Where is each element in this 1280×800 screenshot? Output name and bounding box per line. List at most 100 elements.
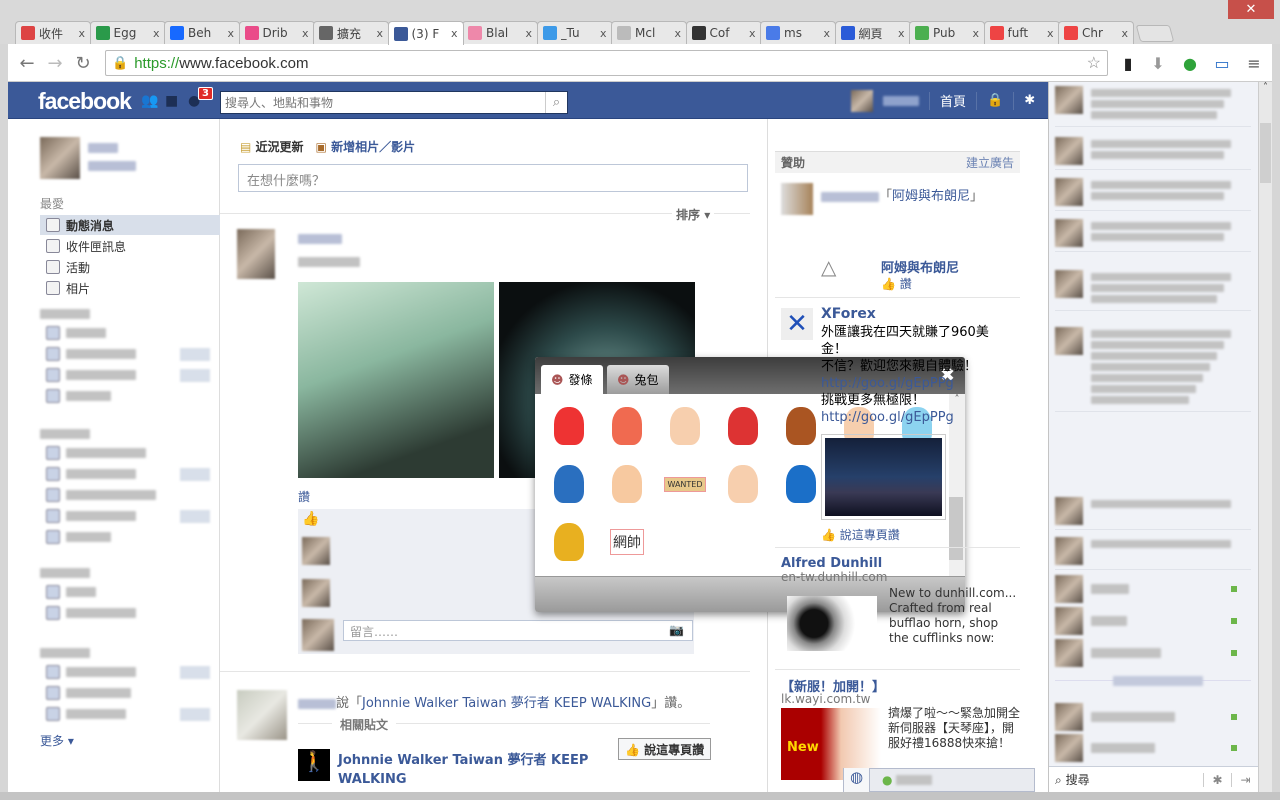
tab-close-icon[interactable]: x [376, 27, 383, 40]
home-link[interactable]: 首頁 [940, 91, 966, 110]
ticker-story[interactable] [1055, 270, 1251, 311]
sidebar-item[interactable] [40, 386, 220, 406]
ticker-story[interactable] [1055, 497, 1251, 530]
sticker[interactable] [540, 455, 598, 513]
post-photo[interactable] [298, 282, 494, 478]
scroll-up-icon[interactable]: ˄ [1259, 82, 1272, 93]
search-input[interactable]: 搜尋人、地點和事物 ⌕ [220, 91, 568, 114]
sidebar-item[interactable] [40, 582, 220, 602]
sticker[interactable] [540, 513, 598, 571]
ticker-story[interactable] [1055, 327, 1251, 412]
sticker[interactable] [656, 397, 714, 455]
bookmark-star-icon[interactable]: ☆ [1087, 53, 1101, 73]
ad-image[interactable] [787, 596, 877, 651]
facebook-logo[interactable]: facebook [38, 88, 132, 115]
new-tab-button[interactable] [1135, 25, 1175, 42]
edit-profile-link[interactable] [88, 161, 136, 171]
ticker-story[interactable] [1055, 178, 1251, 211]
post-author-name[interactable] [298, 234, 342, 244]
story-page-link[interactable]: Johnnie Walker Taiwan 夢行者 KEEP WALKING [362, 696, 651, 711]
user-name[interactable] [88, 143, 118, 153]
browser-tab[interactable]: Pub x [909, 21, 985, 44]
browser-tab[interactable]: Beh x [164, 21, 240, 44]
sidebar-item[interactable] [40, 603, 220, 623]
sidebar-item[interactable] [40, 662, 220, 682]
sidebar-item[interactable]: 收件匣訊息 [40, 236, 220, 256]
browser-tab[interactable]: Drib x [238, 21, 315, 44]
globe-icon[interactable]: ◍ [844, 768, 870, 792]
friend-name[interactable] [821, 191, 879, 202]
tab-close-icon[interactable]: x [600, 27, 607, 40]
extension-download-icon[interactable]: ⬇ [1148, 54, 1168, 73]
ticker-story[interactable] [1055, 537, 1251, 570]
browser-tab[interactable]: ms x [760, 21, 836, 44]
extension-evernote-icon[interactable]: ● [1180, 54, 1200, 73]
settings-gear-icon[interactable]: ✱ [1024, 93, 1035, 108]
tab-close-icon[interactable]: x [898, 27, 905, 40]
chat-settings-icon[interactable]: ✱ [1203, 772, 1231, 787]
ticker-story[interactable] [1055, 137, 1251, 170]
browser-tab[interactable]: Mcl x [611, 21, 687, 44]
tab-close-icon[interactable]: x [749, 27, 756, 40]
chat-friend[interactable] [1055, 638, 1251, 668]
sidebar-item[interactable] [40, 344, 220, 364]
more-link[interactable]: 更多 ▾ [40, 732, 74, 749]
hide-sidebar-icon[interactable]: ⇥ [1231, 772, 1258, 787]
tab-close-icon[interactable]: x [972, 27, 979, 40]
xforex-logo[interactable]: ✕ [781, 308, 813, 340]
johnnie-walker-logo[interactable]: 🚶 [298, 749, 330, 781]
sidebar-item[interactable]: 活動 [40, 257, 220, 277]
ad-page-link[interactable]: 阿姆與布朗尼 [892, 189, 970, 204]
sidebar-item[interactable] [40, 683, 220, 703]
tab-close-icon[interactable]: x [1121, 27, 1128, 40]
sticker[interactable]: 網帥 [598, 513, 656, 571]
chat-tab-name[interactable] [896, 775, 933, 785]
like-link[interactable]: 讚 [298, 488, 310, 505]
browser-tab[interactable]: Blal x [462, 21, 538, 44]
browser-tab[interactable]: fuft x [983, 21, 1060, 44]
browser-tab[interactable]: 網頁 x [834, 21, 911, 44]
ad-title[interactable]: 阿姆與布朗尼 [881, 257, 959, 276]
commenter-avatar[interactable] [302, 537, 330, 565]
tab-status-update[interactable]: ▤ 近況更新 [240, 138, 304, 155]
sidebar-item[interactable] [40, 506, 220, 526]
friend-requests-icon[interactable]: 👥 [141, 93, 158, 109]
sticker[interactable] [598, 397, 656, 455]
like-page-button[interactable]: 👍 說這專頁讚 [618, 738, 712, 760]
chat-friend[interactable] [1055, 606, 1251, 636]
sidebar-item[interactable]: 相片 [40, 278, 220, 298]
sidebar-item[interactable] [40, 704, 220, 724]
story-author-avatar[interactable] [237, 690, 287, 740]
messages-icon[interactable]: ■ [165, 93, 178, 109]
sticker[interactable]: WANTED [656, 455, 714, 513]
related-page-title[interactable]: Johnnie Walker Taiwan 夢行者 KEEP WALKING [338, 751, 608, 789]
tab-close-icon[interactable]: x [674, 27, 681, 40]
privacy-icon[interactable]: 🔒 [987, 93, 1003, 108]
ad-like-link[interactable]: 👍 說這專頁讚 [821, 526, 900, 543]
sidebar-item[interactable] [40, 323, 220, 343]
browser-tab[interactable]: 擴充 x [313, 21, 389, 44]
forward-icon[interactable]: → [44, 53, 66, 74]
profile-avatar[interactable] [851, 89, 873, 112]
menu-icon[interactable]: ≡ [1244, 54, 1264, 73]
browser-tab[interactable]: Chr x [1058, 21, 1134, 44]
tab-close-icon[interactable]: x [525, 27, 532, 40]
tab-close-icon[interactable]: x [153, 27, 160, 40]
reload-icon[interactable]: ↻ [72, 53, 94, 74]
ad-like-link[interactable]: 👍 讚 [881, 275, 912, 292]
tab-close-icon[interactable]: x [1047, 27, 1054, 40]
chat-friend[interactable] [1055, 574, 1251, 604]
browser-tab[interactable]: Egg x [89, 21, 166, 44]
tab-close-icon[interactable]: x [302, 27, 309, 40]
chat-search-input[interactable]: ⌕ 搜尋 [1049, 771, 1203, 788]
tab-close-icon[interactable]: x [823, 27, 830, 40]
sticker[interactable] [540, 397, 598, 455]
status-input[interactable]: 在想什麼嗎？ [238, 164, 748, 192]
ad-image[interactable] [821, 434, 946, 520]
address-bar[interactable]: 🔒 https://www.facebook.com ☆ [105, 50, 1108, 76]
sidebar-item[interactable] [40, 527, 220, 547]
search-icon[interactable]: ⌕ [545, 92, 567, 113]
story-author-name[interactable] [298, 698, 336, 709]
tab-close-icon[interactable]: x [78, 27, 85, 40]
browser-tab[interactable]: _Tu x [536, 21, 613, 44]
